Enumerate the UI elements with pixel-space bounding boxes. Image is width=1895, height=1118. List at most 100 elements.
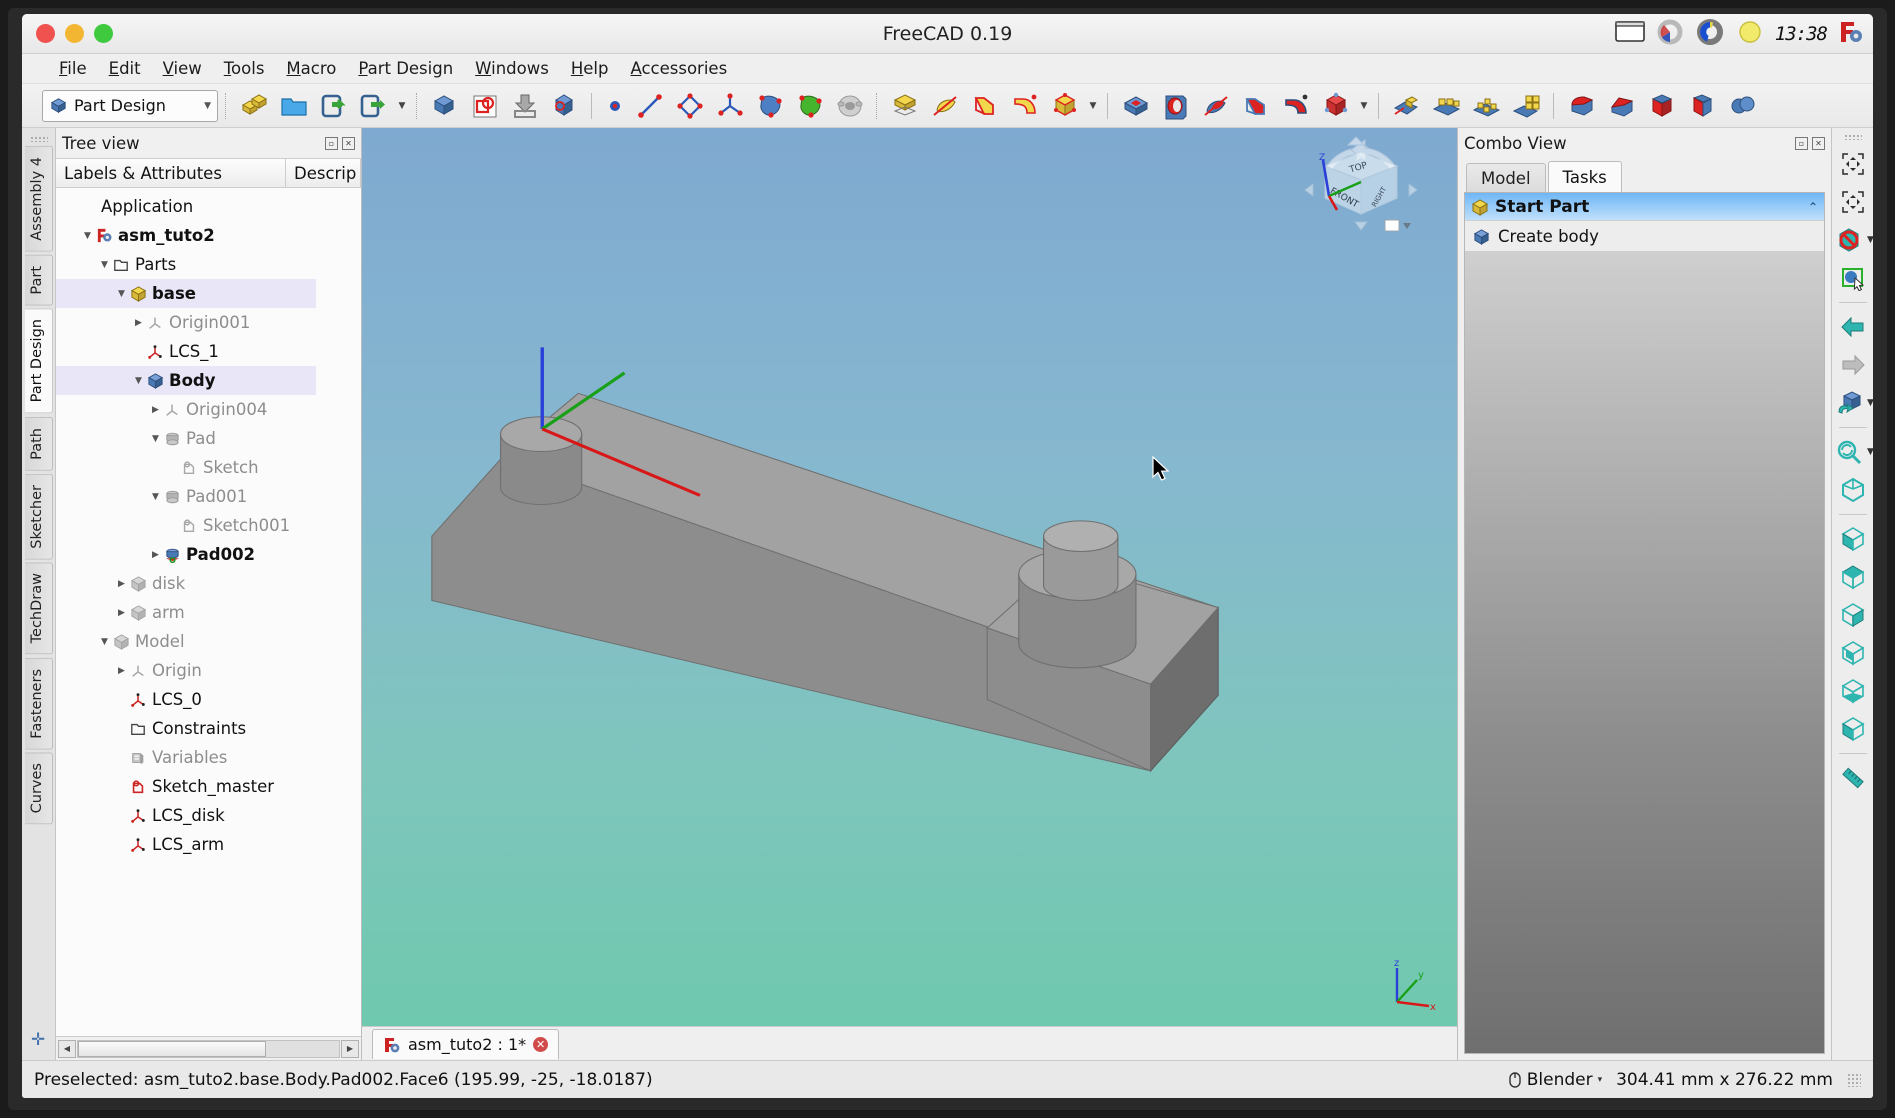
paste-button[interactable] [506, 87, 544, 125]
selection-view-button[interactable] [1835, 260, 1871, 296]
left-view-button[interactable] [1835, 711, 1871, 747]
right-view-button[interactable] [1835, 597, 1871, 633]
maximize-window-button[interactable] [94, 24, 113, 43]
window-resize-grip[interactable] [1847, 1072, 1861, 1087]
3d-viewport[interactable]: TOP FRONT RIGHT Z z y x [362, 128, 1457, 1026]
create-line-button[interactable] [631, 87, 669, 125]
subtractive-dropdown-caret[interactable]: ▼ [1357, 101, 1371, 111]
navigation-style-selector[interactable]: Blender ▾ [1508, 1070, 1602, 1090]
groove-button[interactable] [1197, 87, 1235, 125]
sidebar-item-part[interactable]: Part [24, 254, 53, 306]
tree-item-origin004[interactable]: ▶ Origin004 [56, 395, 361, 424]
tree-item-model[interactable]: ▼ Model [56, 627, 361, 656]
menu-tools[interactable]: Tools [213, 56, 276, 81]
close-dock-button[interactable]: ✕ [342, 136, 355, 150]
menu-part-design[interactable]: Part Design [347, 56, 464, 81]
create-datum-button[interactable] [711, 87, 749, 125]
disk-usage-icon[interactable] [1655, 17, 1685, 51]
brightness-icon[interactable] [1735, 17, 1765, 51]
chevron-down-icon[interactable]: ▼ [98, 260, 111, 270]
fillet-button[interactable] [1563, 87, 1601, 125]
polar-pattern-button[interactable] [1468, 87, 1506, 125]
tree-view-body[interactable]: Application ▼ asm_tuto2 ▼ Parts ▼ base ▶ Origin0… [56, 188, 361, 1036]
menu-accessories[interactable]: Accessories [619, 56, 738, 81]
chamfer-button[interactable] [1603, 87, 1641, 125]
tree-item-parts[interactable]: ▼ Parts [56, 250, 361, 279]
freecad-app-icon[interactable] [1837, 19, 1863, 49]
pad-button[interactable] [886, 87, 924, 125]
boolean-button[interactable] [1723, 87, 1761, 125]
create-polyline-button[interactable] [671, 87, 709, 125]
tree-item-variables[interactable]: Variables [56, 743, 361, 772]
subtractive-loft-button[interactable] [1237, 87, 1275, 125]
sidebar-item-fasteners[interactable]: Fasteners [24, 657, 53, 750]
linear-pattern-button[interactable] [1428, 87, 1466, 125]
menu-view[interactable]: View [152, 56, 213, 81]
tab-tasks[interactable]: Tasks [1547, 161, 1622, 192]
additive-loft-button[interactable] [966, 87, 1004, 125]
mirrored-button[interactable] [1388, 87, 1426, 125]
sidebar-item-techdraw[interactable]: TechDraw [24, 562, 53, 655]
rail-grip[interactable] [29, 136, 48, 142]
float-combo-dock-button[interactable]: ▫ [1795, 136, 1808, 150]
float-dock-button[interactable]: ▫ [325, 136, 338, 150]
scroll-track[interactable] [77, 1039, 340, 1058]
sidebar-item-sketcher[interactable]: Sketcher [24, 473, 53, 560]
tree-item-arm[interactable]: ▶ arm [56, 598, 361, 627]
tree-item-pad[interactable]: ▼ Pad [56, 424, 361, 453]
task-group-start-part[interactable]: Start Part ⌃ [1465, 193, 1824, 221]
chevron-up-icon[interactable]: ⌃ [1808, 200, 1818, 214]
tree-item-lcs-1[interactable]: LCS_1 [56, 337, 361, 366]
chevron-down-icon[interactable]: ▼ [115, 289, 128, 299]
subtractive-pipe-button[interactable] [1277, 87, 1315, 125]
sidebar-item-part-design[interactable]: Part Design [24, 308, 53, 414]
additive-pipe-button[interactable] [1006, 87, 1044, 125]
axonometric-caret-icon[interactable]: ▼ [1867, 398, 1873, 408]
tree-item-lcs-arm[interactable]: LCS_arm [56, 830, 361, 859]
close-combo-dock-button[interactable]: ✕ [1812, 136, 1825, 150]
forward-view-button[interactable] [1835, 347, 1871, 383]
tree-item-sketch001[interactable]: Sketch001 [56, 511, 361, 540]
thickness-button[interactable] [1683, 87, 1721, 125]
open-document-button[interactable] [275, 87, 313, 125]
chevron-down-icon[interactable]: ▼ [132, 376, 145, 386]
cpu-usage-icon[interactable] [1695, 17, 1725, 51]
tree-item-body[interactable]: ▼ Body [56, 366, 316, 395]
tab-model[interactable]: Model [1466, 163, 1546, 192]
shape-green-button[interactable] [791, 87, 829, 125]
chevron-down-icon[interactable]: ▼ [81, 231, 94, 241]
sheep-macro-button[interactable] [831, 87, 869, 125]
screen-icon[interactable] [1614, 20, 1645, 48]
close-icon[interactable]: ✕ [533, 1037, 549, 1052]
top-view-button[interactable] [1835, 559, 1871, 595]
front-view-button[interactable] [1835, 521, 1871, 557]
rear-view-button[interactable] [1835, 635, 1871, 671]
chevron-right-icon[interactable]: ▶ [115, 666, 128, 676]
minimize-window-button[interactable] [65, 24, 84, 43]
save-as-dropdown-caret[interactable]: ▼ [395, 101, 409, 111]
tree-item-origin[interactable]: ▶ Origin [56, 656, 361, 685]
task-item-create-body[interactable]: Create body [1465, 221, 1824, 251]
chevron-right-icon[interactable]: ▶ [132, 318, 145, 328]
sidebar-item-curves[interactable]: Curves [24, 752, 53, 825]
menu-edit[interactable]: Edit [98, 56, 152, 81]
chevron-right-icon[interactable]: ▶ [149, 405, 162, 415]
fit-selection-button[interactable] [1835, 184, 1871, 220]
sidebar-item-assembly4[interactable]: Assembly 4 [24, 146, 53, 252]
tree-column-labels[interactable]: Labels & Attributes [56, 159, 286, 187]
tree-item-disk[interactable]: ▶ disk [56, 569, 361, 598]
tree-item-sketch[interactable]: Sketch [56, 453, 361, 482]
refresh-button[interactable] [426, 87, 464, 125]
tree-horizontal-scrollbar[interactable]: ◀ ▶ [56, 1036, 361, 1060]
tree-column-description[interactable]: Descrip [286, 159, 361, 187]
add-workbench-button[interactable]: ✛ [31, 1030, 45, 1050]
refresh-view-caret-icon[interactable]: ▼ [1867, 447, 1873, 457]
tree-item-base[interactable]: ▼ base [56, 279, 316, 308]
navcube-dropdown[interactable] [1384, 219, 1411, 232]
new-document-button[interactable] [235, 87, 273, 125]
chevron-right-icon[interactable]: ▶ [115, 579, 128, 589]
shape-builder-button[interactable] [751, 87, 789, 125]
additive-box-button[interactable] [1046, 87, 1084, 125]
menu-file[interactable]: File [48, 56, 98, 81]
revolution-button[interactable] [926, 87, 964, 125]
